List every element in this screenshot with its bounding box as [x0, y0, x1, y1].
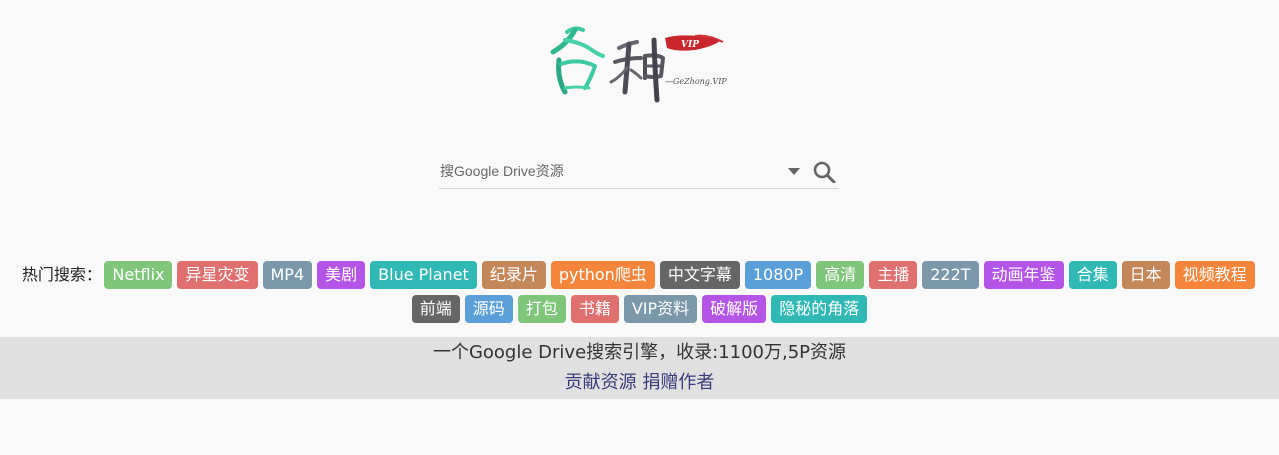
hot-tag[interactable]: Blue Planet [370, 261, 477, 289]
search-input[interactable] [439, 154, 770, 188]
hot-tag[interactable]: 主播 [869, 261, 918, 289]
hot-tag[interactable]: 纪录片 [481, 261, 546, 289]
chevron-down-icon[interactable] [785, 164, 803, 178]
search-icon[interactable] [813, 161, 837, 183]
hot-tag[interactable]: 高清 [816, 261, 865, 289]
hot-search-section: 热门搜索： Netflix 异星灾变 MP4 美剧 Blue Planet 纪录… [0, 258, 1279, 326]
hot-tag[interactable]: 视频教程 [1174, 261, 1255, 289]
info-band: 一个Google Drive搜索引擎，收录:1100万,5P资源 贡献资源 捐赠… [0, 337, 1279, 399]
hot-tag[interactable]: 前端 [411, 295, 460, 323]
search-bar [439, 154, 839, 189]
footer-links: 贡献资源 捐赠作者 [0, 371, 1279, 395]
hot-tag[interactable]: 书籍 [570, 295, 619, 323]
hot-tag[interactable]: 合集 [1068, 261, 1117, 289]
hot-tag[interactable]: 美剧 [317, 261, 366, 289]
hot-tag[interactable]: 动画年鉴 [983, 261, 1064, 289]
hot-tag[interactable]: 1080P [744, 261, 812, 289]
site-logo[interactable]: VIP —GeZhong.VIP [545, 22, 735, 104]
contribute-link[interactable]: 贡献资源 [565, 372, 637, 393]
hot-tag[interactable]: 日本 [1121, 261, 1170, 289]
hot-tag[interactable]: 隐秘的角落 [771, 295, 868, 323]
hot-tag[interactable]: Netflix [104, 261, 173, 289]
page: VIP —GeZhong.VIP 热门搜索： Netflix 异星灾变 MP4 … [0, 0, 1279, 455]
hot-tag[interactable]: 222T [922, 261, 979, 289]
vip-badge-text: VIP [681, 40, 699, 50]
hot-search-label: 热门搜索： [21, 265, 102, 284]
donate-link[interactable]: 捐赠作者 [642, 372, 714, 393]
hot-tag[interactable]: 打包 [517, 295, 566, 323]
site-stats-text: 一个Google Drive搜索引擎，收录:1100万,5P资源 [432, 342, 847, 363]
hot-tag[interactable]: VIP资料 [623, 295, 698, 323]
hot-tag[interactable]: 源码 [464, 295, 513, 323]
hot-tag[interactable]: 破解版 [702, 295, 767, 323]
hot-tag[interactable]: MP4 [262, 261, 313, 289]
logo-subtext: —GeZhong.VIP [665, 77, 727, 86]
hot-tag[interactable]: python爬虫 [550, 261, 655, 289]
hot-tag[interactable]: 异星灾变 [177, 261, 258, 289]
hot-tag[interactable]: 中文字幕 [659, 261, 740, 289]
